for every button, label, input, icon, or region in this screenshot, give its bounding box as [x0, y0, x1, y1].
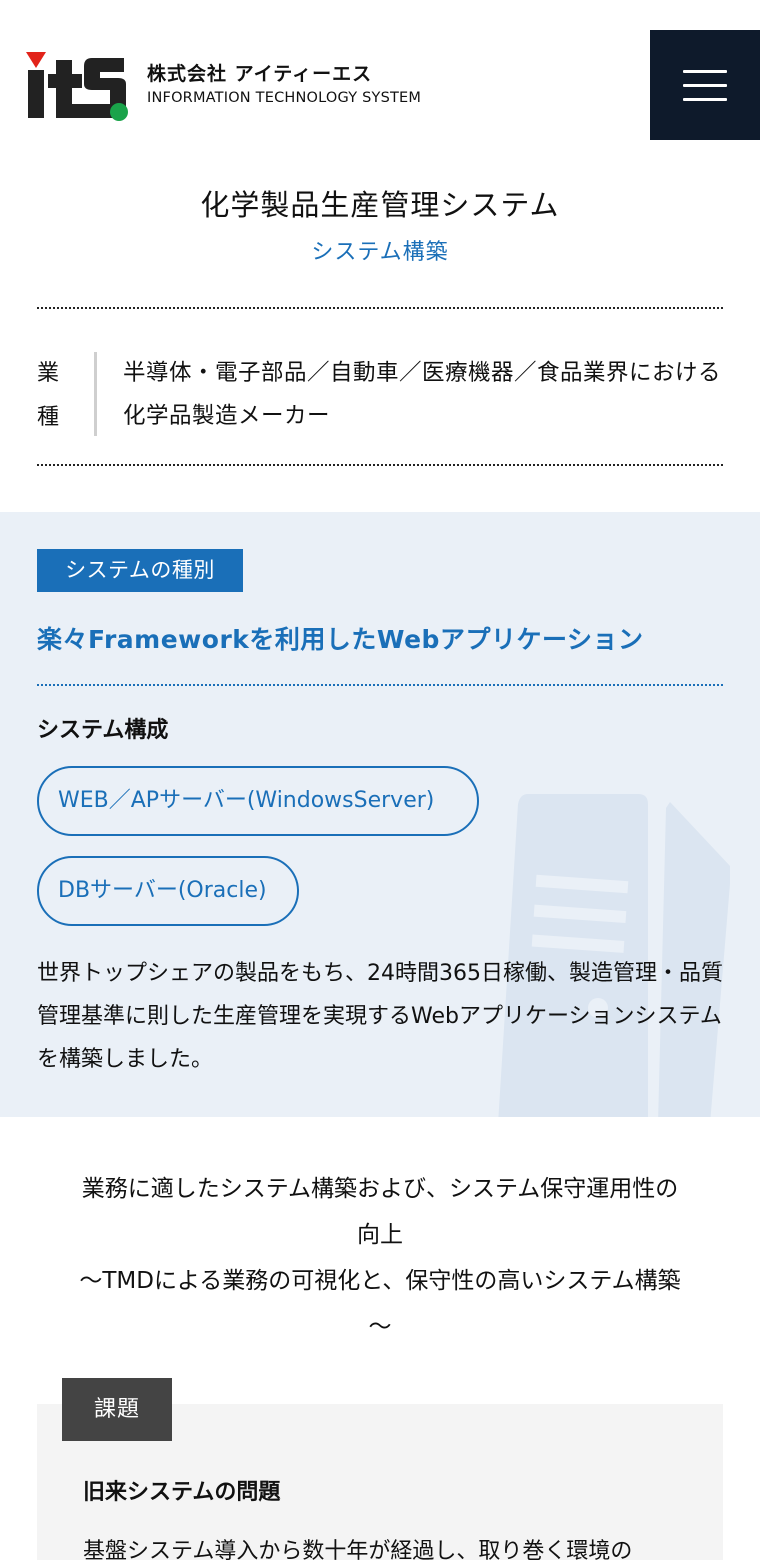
company-name-jp: 株式会社 アイティーエス [147, 63, 373, 85]
config-tag-db-server: DBサーバー(Oracle) [37, 856, 299, 926]
company-name: 株式会社 アイティーエス INFORMATION TECHNOLOGY SYST… [147, 62, 421, 110]
divider [37, 307, 723, 309]
site-header: 株式会社 アイティーエス INFORMATION TECHNOLOGY SYST… [0, 0, 760, 160]
issue-title: 旧来システムの問題 [83, 1480, 281, 1505]
issue-badge: 課題 [62, 1378, 172, 1441]
industry-label: 業 種 [37, 361, 60, 430]
page-title: 化学製品生産管理システム [200, 188, 560, 222]
catch-copy: 業務に適したシステム構築および、システム保守運用性の 向上 ～TMDによる業務の… [79, 1176, 681, 1340]
issue-text: 基盤システム導入から数十年が経過し、取り巻く環境の [83, 1539, 633, 1560]
industry-text: 半導体・電子部品／自動車／医療機器／食品業界における化学品製造メーカー [123, 360, 722, 429]
menu-button[interactable] [650, 30, 760, 140]
divider [37, 684, 723, 686]
system-description: 世界トップシェアの製品をもち、24時間365日稼働、製造管理・品質管理基準に則し… [37, 961, 723, 1072]
config-tag-web-ap-server: WEB／APサーバー(WindowsServer) [37, 766, 479, 836]
hamburger-icon [683, 70, 727, 73]
case-category: システム構築 [311, 240, 449, 265]
industry-separator [94, 352, 97, 436]
system-section: システムの種別 楽々Frameworkを利用したWebアプリケーション システム… [0, 512, 760, 1117]
system-config-title: システム構成 [37, 718, 169, 743]
system-type-badge: システムの種別 [37, 549, 243, 592]
company-name-en: INFORMATION TECHNOLOGY SYSTEM [147, 90, 422, 106]
divider [37, 464, 723, 466]
system-type-value: 楽々Frameworkを利用したWebアプリケーション [37, 625, 644, 654]
its-logo[interactable] [26, 50, 132, 122]
